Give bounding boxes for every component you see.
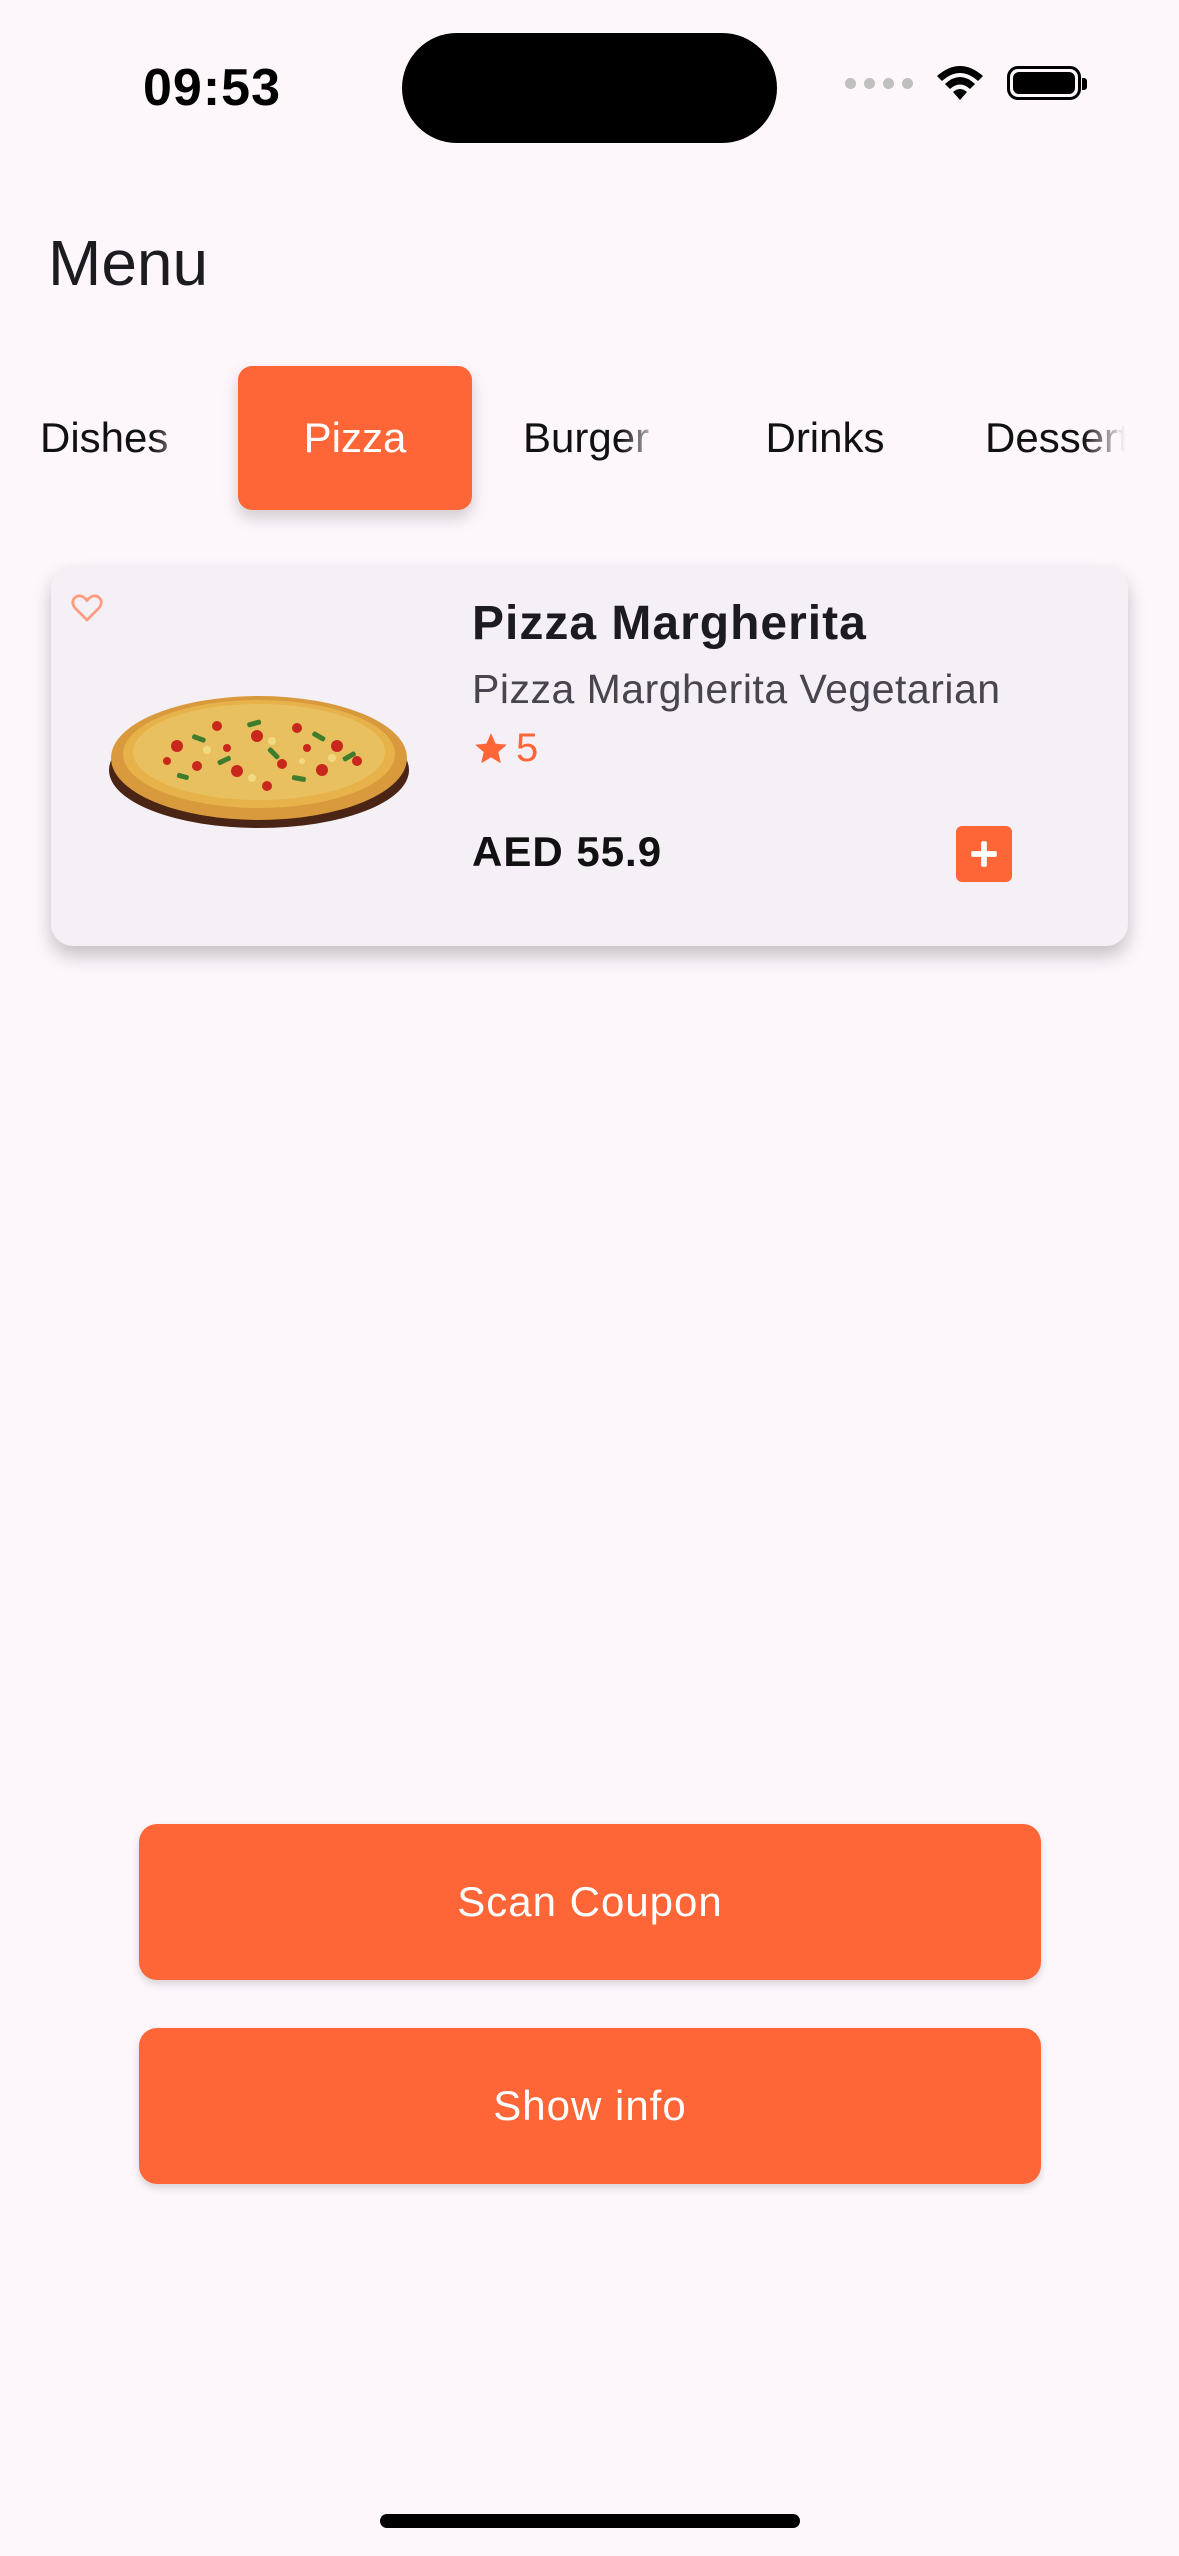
tab-label: Desserts <box>985 414 1130 461</box>
category-tabs: Dishes Pizza Burger Drinks Desserts <box>0 366 1179 510</box>
scan-coupon-button[interactable]: Scan Coupon <box>139 1824 1041 1980</box>
dynamic-island <box>402 33 777 143</box>
item-price: AED 55.9 <box>472 828 663 875</box>
wifi-icon <box>937 66 983 100</box>
battery-icon <box>1007 66 1087 100</box>
tab-label: Drinks <box>765 414 885 461</box>
tab-label: Dishes <box>40 414 169 461</box>
add-to-cart-button[interactable] <box>956 826 1012 882</box>
tab-label: Burger <box>523 414 650 461</box>
pizza-image <box>109 696 409 828</box>
tab-burger[interactable]: Burger <box>518 366 668 510</box>
home-indicator[interactable] <box>380 2514 800 2528</box>
tab-label: Pizza <box>303 414 407 461</box>
tab-dishes[interactable]: Dishes <box>30 366 210 510</box>
star-icon <box>475 732 507 763</box>
status-icons <box>845 64 1087 102</box>
page-title: Menu <box>48 227 209 299</box>
heart-outline-icon[interactable] <box>69 590 105 626</box>
tab-pizza[interactable]: Pizza <box>238 366 472 510</box>
cellular-signal-icon <box>845 77 913 89</box>
item-description: Pizza Margherita Vegetarian <box>472 666 1001 712</box>
tab-drinks[interactable]: Drinks <box>745 366 905 510</box>
item-name: Pizza Margherita <box>472 597 867 650</box>
item-rating: 5 <box>472 726 538 771</box>
plus-icon <box>971 841 997 867</box>
tab-desserts[interactable]: Desserts <box>985 366 1130 510</box>
rating-value: 5 <box>516 726 539 770</box>
status-time: 09:53 <box>143 59 281 117</box>
show-info-button[interactable]: Show info <box>139 2028 1041 2184</box>
menu-item-card[interactable]: Pizza Margherita Pizza Margherita Vegeta… <box>51 566 1128 946</box>
